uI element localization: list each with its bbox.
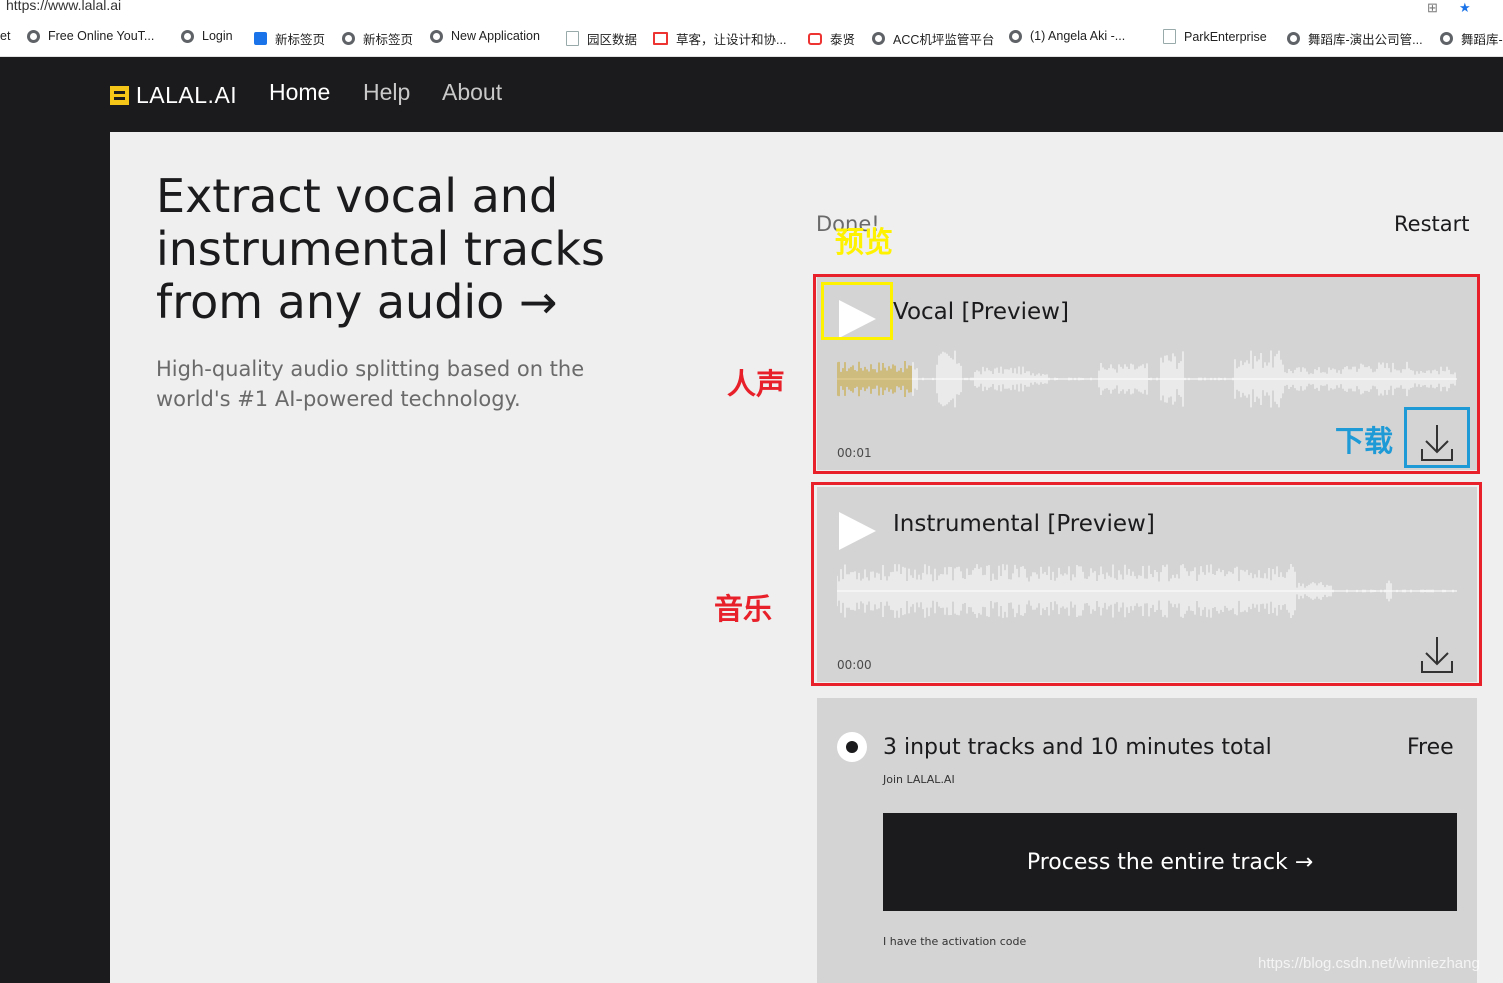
hero-subtitle: High-quality audio splitting based on th… [156,357,585,411]
preview-annotation: 预览 [835,225,894,259]
bookmark-item[interactable]: ParkEnterprise [1163,29,1267,44]
restart-button[interactable]: Restart [1394,212,1469,236]
globe-icon [27,29,40,43]
bookmark-item[interactable]: 园区数据 [566,29,637,48]
join-link[interactable]: Join LALAL.AI [883,773,955,786]
watermark: https://blog.csdn.net/winniezhang [1258,955,1480,972]
globe-icon [1009,29,1022,43]
bookmark-item[interactable]: 新标签页 [342,29,413,48]
bookmark-item[interactable]: New Application [430,29,540,43]
plan-label: 3 input tracks and 10 minutes total [883,735,1272,760]
plan-price: Free [1407,735,1454,760]
globe-icon [1440,32,1453,45]
bookmark-item[interactable]: (1) Angela Aki -... [1009,29,1125,43]
plan-box: 3 input tracks and 10 minutes total Free… [817,698,1477,983]
music-annotation: 音乐 [714,592,773,626]
mail-icon [653,32,668,45]
hero-title[interactable]: Extract vocal and instrumental tracks fr… [156,170,716,329]
bookmark-item[interactable]: 泰贤 [808,29,855,48]
download-annotation: 下载 [1335,424,1394,458]
bookmark-item[interactable]: 草客，让设计和协... [653,29,786,48]
bookmark-item[interactable]: Free Online YouT... [27,29,154,43]
url-text: https://www.lalal.ai [6,0,122,13]
logo-icon [110,86,129,105]
plan-radio[interactable] [837,732,867,762]
bookmark-item[interactable]: Login [181,29,233,43]
download-annotation-box [1404,407,1470,468]
globe-icon [1287,32,1300,45]
preview-annotation-box [821,282,893,340]
globe-icon [872,32,885,45]
bookmark-item[interactable]: et [0,29,10,43]
bookmark-item[interactable]: 舞蹈库-演出公司管... [1287,29,1423,48]
app-icon [254,32,267,45]
logo-text: LALAL.AI [136,82,238,108]
globe-icon [342,32,355,45]
music-annotation-box [811,482,1482,686]
nav-about[interactable]: About [442,79,502,106]
bookmark-star-icon[interactable]: ★ [1459,0,1471,16]
site-header: LALAL.AI Home Help About [0,57,1503,132]
translate-icon[interactable]: ⊞ [1427,0,1438,16]
nav-home[interactable]: Home [269,79,330,106]
process-track-button[interactable]: Process the entire track → [883,813,1457,911]
doc-icon [566,31,579,46]
address-bar[interactable]: https://www.lalal.ai ⊞ ★ [0,0,1503,18]
globe-icon [181,29,194,43]
bookmark-item[interactable]: 舞蹈库- [1440,29,1503,48]
bookmark-item[interactable]: ACC机坪监管平台 [872,29,994,48]
nav-help[interactable]: Help [363,79,410,106]
bookmarks-bar: et Free Online YouT... Login 新标签页 新标签页 N… [0,18,1503,57]
app-icon [808,32,822,45]
activation-code-link[interactable]: I have the activation code [883,935,1026,948]
bookmark-item[interactable]: 新标签页 [254,29,325,48]
globe-icon [430,29,443,43]
doc-icon [1163,29,1176,44]
vocal-annotation: 人声 [727,367,786,401]
logo[interactable]: LALAL.AI [110,82,237,109]
